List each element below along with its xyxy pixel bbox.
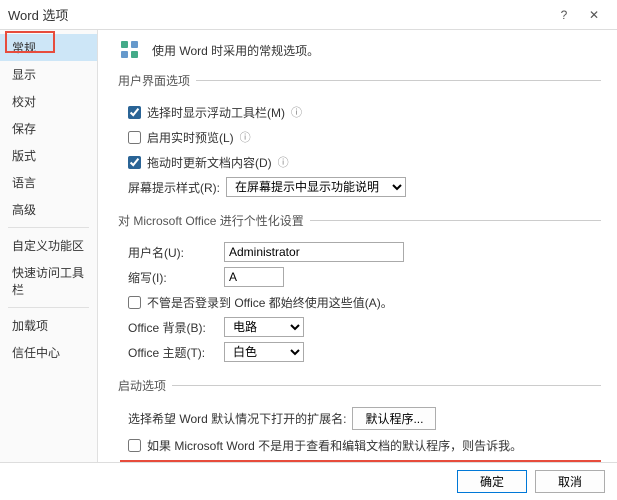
page-header: 使用 Word 时采用的常规选项。 (118, 38, 601, 62)
label-live-preview[interactable]: 启用实时预览(L) (147, 129, 234, 146)
sidebar-item-display[interactable]: 显示 (0, 61, 97, 88)
options-icon (118, 38, 142, 62)
group-office: 对 Microsoft Office 进行个性化设置 用户名(U): 缩写(I)… (118, 212, 601, 367)
help-button[interactable]: ? (549, 0, 579, 30)
window-title: Word 选项 (8, 5, 549, 24)
checkbox-live-preview[interactable] (128, 131, 141, 144)
sidebar-item-qat[interactable]: 快速访问工具栏 (0, 259, 97, 303)
group-office-legend: 对 Microsoft Office 进行个性化设置 (118, 212, 310, 229)
checkbox-always-use[interactable] (128, 296, 141, 309)
checkbox-update-content[interactable] (128, 156, 141, 169)
sidebar-item-language[interactable]: 语言 (0, 169, 97, 196)
ok-button[interactable]: 确定 (457, 470, 527, 493)
group-ui: 用户界面选项 选择时显示浮动工具栏(M) ⓘ 启用实时预览(L) ⓘ 拖动时更新… (118, 72, 601, 202)
checkbox-mini-toolbar[interactable] (128, 106, 141, 119)
sidebar-item-trust[interactable]: 信任中心 (0, 339, 97, 366)
label-mini-toolbar[interactable]: 选择时显示浮动工具栏(M) (147, 104, 285, 121)
group-startup-legend: 启动选项 (118, 377, 172, 394)
info-icon: ⓘ (278, 154, 289, 170)
page-header-text: 使用 Word 时采用的常规选项。 (152, 42, 319, 59)
content-pane: 使用 Word 时采用的常规选项。 用户界面选项 选择时显示浮动工具栏(M) ⓘ… (98, 30, 617, 462)
sidebar-item-layout[interactable]: 版式 (0, 142, 97, 169)
group-startup: 启动选项 选择希望 Word 默认情况下打开的扩展名: 默认程序... 如果 M… (118, 377, 601, 462)
close-button[interactable]: ✕ (579, 0, 609, 30)
input-initials[interactable] (224, 267, 284, 287)
label-update-content[interactable]: 拖动时更新文档内容(D) (147, 154, 272, 171)
label-not-default[interactable]: 如果 Microsoft Word 不是用于查看和编辑文档的默认程序，则告诉我。 (147, 437, 522, 454)
main-area: 常规 显示 校对 保存 版式 语言 高级 自定义功能区 快速访问工具栏 加载项 … (0, 30, 617, 462)
sidebar-item-save[interactable]: 保存 (0, 115, 97, 142)
group-ui-legend: 用户界面选项 (118, 72, 196, 89)
sidebar-separator (8, 227, 89, 228)
checkbox-not-default[interactable] (128, 439, 141, 452)
default-programs-button[interactable]: 默认程序... (352, 407, 436, 430)
label-username: 用户名(U): (128, 244, 218, 261)
sidebar-item-customize-ribbon[interactable]: 自定义功能区 (0, 232, 97, 259)
info-icon: ⓘ (240, 129, 251, 145)
sidebar-item-general[interactable]: 常规 (0, 34, 97, 61)
label-office-theme: Office 主题(T): (128, 344, 218, 361)
label-screentip-style: 屏幕提示样式(R): (128, 179, 220, 196)
dialog-footer: 确定 取消 (0, 462, 617, 500)
sidebar-item-addins[interactable]: 加载项 (0, 312, 97, 339)
select-screentip-style[interactable]: 在屏幕提示中显示功能说明 (226, 177, 406, 197)
sidebar-item-proofing[interactable]: 校对 (0, 88, 97, 115)
cancel-button[interactable]: 取消 (535, 470, 605, 493)
label-office-bg: Office 背景(B): (128, 319, 218, 336)
label-always-use[interactable]: 不管是否登录到 Office 都始终使用这些值(A)。 (147, 294, 393, 311)
sidebar-item-advanced[interactable]: 高级 (0, 196, 97, 223)
select-office-theme[interactable]: 白色 (224, 342, 304, 362)
label-initials: 缩写(I): (128, 269, 218, 286)
select-office-bg[interactable]: 电路 (224, 317, 304, 337)
label-choose-ext: 选择希望 Word 默认情况下打开的扩展名: (128, 410, 346, 427)
info-icon: ⓘ (291, 104, 302, 120)
title-bar: Word 选项 ? ✕ (0, 0, 617, 30)
sidebar: 常规 显示 校对 保存 版式 语言 高级 自定义功能区 快速访问工具栏 加载项 … (0, 30, 98, 462)
input-username[interactable] (224, 242, 404, 262)
sidebar-separator (8, 307, 89, 308)
